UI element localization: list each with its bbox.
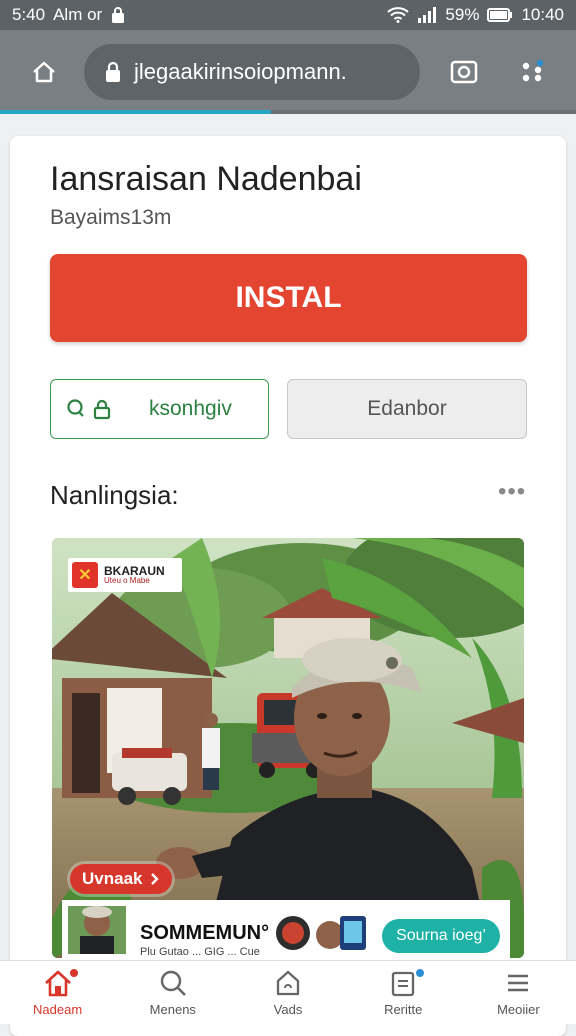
banner-cta-button[interactable]: Sourna ioeg’ bbox=[382, 919, 500, 953]
nav-label-search: Menens bbox=[149, 1002, 196, 1017]
battery-percent: 59% bbox=[445, 5, 480, 24]
scene-illustration bbox=[52, 538, 524, 958]
menu-icon bbox=[508, 974, 529, 992]
secondary-left-label: ksonhgiv bbox=[149, 397, 232, 420]
status-clock: 10:40 bbox=[521, 5, 564, 24]
browser-toolbar: jlegaakirinsoiopmann. bbox=[0, 30, 576, 114]
chevron-right-icon bbox=[151, 873, 160, 885]
nav-label-home: Nadeam bbox=[33, 1002, 83, 1017]
nav-item-home[interactable]: Nadeam bbox=[0, 961, 115, 1024]
camera-icon[interactable] bbox=[442, 50, 486, 94]
url-text: jlegaakirinsoiopmann. bbox=[134, 59, 347, 84]
nav-label-menu: Meoiier bbox=[497, 1002, 540, 1017]
status-bar: 5:40 Alm or 59% 10:40 bbox=[0, 0, 576, 30]
battery-icon bbox=[487, 8, 513, 22]
progress-fill bbox=[0, 110, 271, 114]
notification-badge bbox=[68, 967, 80, 979]
url-bar[interactable]: jlegaakirinsoiopmann. bbox=[84, 44, 420, 100]
media-logo-sub: Uteu o Mabe bbox=[104, 576, 150, 586]
more-options-icon[interactable]: ••• bbox=[498, 478, 526, 506]
media-logo: ✕ BKARAUN Uteu o Mabe bbox=[68, 558, 182, 592]
home-icon[interactable] bbox=[22, 50, 66, 94]
app-title: Iansraisan Nadenbai bbox=[50, 160, 362, 198]
nav-item-menu[interactable]: Meoiier bbox=[461, 961, 576, 1024]
status-time: 5:40 bbox=[12, 5, 46, 24]
info-badge bbox=[413, 967, 426, 979]
wifi-icon bbox=[387, 7, 410, 23]
media-preview[interactable]: ✕ BKARAUN Uteu o Mabe Uvnaak SOMMEMUN° P… bbox=[52, 538, 524, 958]
lock-notification-icon bbox=[112, 7, 125, 23]
install-button[interactable]: INSTAL bbox=[50, 254, 527, 342]
banner-cta-label: Sourna ioeg’ bbox=[396, 927, 486, 944]
page-load-progress bbox=[0, 110, 576, 114]
bottom-navigation: Nadeam Menens Vads Reritte Meoiier bbox=[0, 960, 576, 1024]
status-carrier: Alm or bbox=[53, 5, 103, 24]
banner-subtitle: Plu Gutao ... GIG ... Cue bbox=[140, 946, 260, 958]
banner-title: SOMMEMUN° bbox=[140, 922, 270, 944]
brand-mark-icon: ✕ bbox=[72, 562, 98, 588]
search-icon bbox=[160, 970, 186, 996]
signal-icon bbox=[418, 7, 437, 23]
secondary-right-button[interactable]: Edanbor bbox=[287, 379, 527, 439]
nav-label-tablet: Reritte bbox=[384, 1002, 423, 1017]
overlay-pill-label: Uvnaak bbox=[82, 869, 143, 888]
search-lock-icon bbox=[67, 399, 111, 420]
app-subtitle: Bayaims13m bbox=[50, 206, 172, 229]
app-card: Iansraisan Nadenbai Bayaims13m INSTAL ks… bbox=[10, 136, 566, 1036]
nav-item-tablet[interactable]: Reritte bbox=[346, 961, 461, 1024]
menu-dots-icon[interactable] bbox=[510, 50, 554, 94]
lock-icon bbox=[106, 61, 120, 82]
secondary-left-button[interactable]: ksonhgiv bbox=[50, 379, 269, 439]
overlay-pill[interactable]: Uvnaak bbox=[70, 864, 173, 894]
section-title: Nanlingsia: bbox=[50, 480, 179, 510]
bag-icon bbox=[276, 970, 300, 996]
nav-item-bag[interactable]: Vads bbox=[230, 961, 345, 1024]
nav-item-search[interactable]: Menens bbox=[115, 961, 230, 1024]
nav-label-bag: Vads bbox=[273, 1002, 303, 1017]
